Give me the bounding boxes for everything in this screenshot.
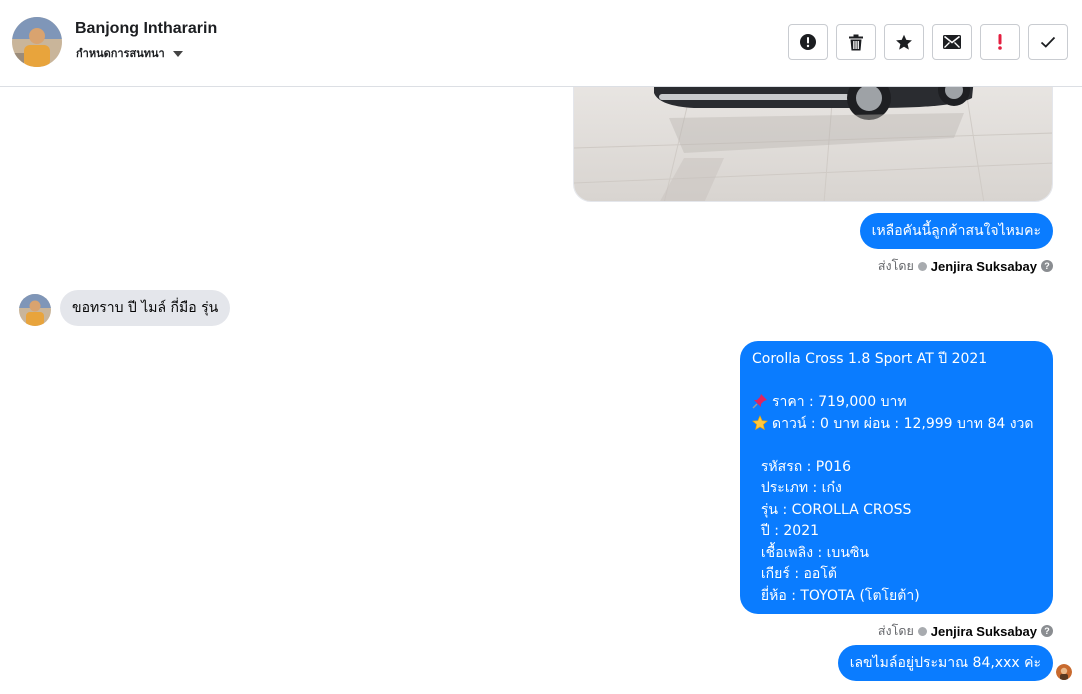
seen-indicator-avatar — [1056, 664, 1072, 680]
car-type: ประเภท : เก๋ง — [752, 480, 842, 496]
verified-icon — [917, 626, 927, 636]
sent-by-info: ส่งโดย Jenjira Suksabay ? — [878, 621, 1053, 641]
mark-done-button[interactable] — [1028, 24, 1068, 60]
car-code: รหัสรถ : P016 — [752, 458, 851, 475]
help-icon[interactable]: ? — [1041, 625, 1053, 637]
car-model: รุ่น : COROLLA CROSS — [752, 501, 912, 518]
outgoing-message[interactable]: เลขไมล์อยู่ประมาณ 84,xxx ค่ะ — [837, 645, 1053, 681]
contact-name[interactable]: Banjong Inthararin — [75, 20, 217, 38]
price-text: ราคา : 719,000 บาท — [772, 394, 907, 410]
car-brand: ยี่ห้อ : TOYOTA (โตโยต้า) — [752, 587, 920, 604]
star-button[interactable] — [884, 24, 924, 60]
contact-avatar[interactable] — [12, 17, 62, 67]
car-photo-attachment[interactable] — [573, 87, 1053, 202]
mark-unread-button[interactable] — [932, 24, 972, 60]
sent-by-info: ส่งโดย Jenjira Suksabay ? — [878, 256, 1053, 276]
verified-icon — [917, 261, 927, 271]
exclamation-circle-icon — [800, 34, 816, 50]
agent-name: Jenjira Suksabay — [930, 258, 1037, 274]
conversation-stage-dropdown[interactable]: กำหนดการสนทนา — [76, 44, 183, 62]
checkmark-icon — [1040, 36, 1056, 48]
chevron-down-icon — [172, 50, 183, 57]
delete-button[interactable] — [836, 24, 876, 60]
spam-button[interactable] — [980, 24, 1020, 60]
down-payment-line: ดาวน์ : 0 บาท ผ่อน : 12,999 บาท 84 งวด — [752, 414, 1041, 436]
star-emoji-icon — [752, 414, 768, 430]
pushpin-icon — [752, 394, 767, 409]
outgoing-message[interactable]: เหลือคันนี้ลูกค้าสนใจไหมคะ — [859, 213, 1053, 249]
report-button[interactable] — [788, 24, 828, 60]
help-icon[interactable]: ? — [1041, 260, 1053, 272]
envelope-icon — [943, 35, 961, 49]
car-year: ปี : 2021 — [752, 523, 820, 539]
down-payment-text: ดาวน์ : 0 บาท ผ่อน : 12,999 บาท 84 งวด — [772, 415, 1034, 432]
car-fuel: เชื้อเพลิง : เบนซิน — [752, 544, 869, 561]
trash-icon — [849, 34, 863, 50]
price-line: ราคา : 719,000 บาท — [752, 392, 1041, 414]
message-thread[interactable]: เหลือคันนี้ลูกค้าสนใจไหมคะ ส่งโดย Jenjir… — [0, 87, 1082, 694]
message-text: เลขไมล์อยู่ประมาณ 84,xxx ค่ะ — [849, 655, 1041, 671]
contact-avatar-small[interactable] — [19, 294, 51, 326]
message-text: เหลือคันนี้ลูกค้าสนใจไหมคะ — [871, 223, 1041, 239]
message-text: ขอทราบ ปี ไมล์ กี่มือ รุ่น — [72, 300, 219, 316]
conversation-actions-toolbar — [788, 24, 1068, 60]
incoming-message[interactable]: ขอทราบ ปี ไมล์ กี่มือ รุ่น — [60, 290, 231, 326]
sent-by-label: ส่งโดย — [877, 623, 914, 638]
star-icon — [896, 34, 912, 50]
car-title: Corolla Cross 1.8 Sport AT ปี 2021 — [752, 351, 988, 367]
stage-label: กำหนดการสนทนา — [76, 47, 165, 60]
sent-by-label: ส่งโดย — [877, 258, 914, 273]
car-gear: เกียร์ : ออโต้ — [752, 566, 837, 582]
red-exclamation-icon — [998, 34, 1002, 50]
conversation-header: Banjong Inthararin กำหนดการสนทนา — [0, 0, 1082, 87]
agent-name: Jenjira Suksabay — [930, 623, 1037, 639]
outgoing-message[interactable]: Corolla Cross 1.8 Sport AT ปี 2021 ราคา … — [740, 341, 1053, 614]
